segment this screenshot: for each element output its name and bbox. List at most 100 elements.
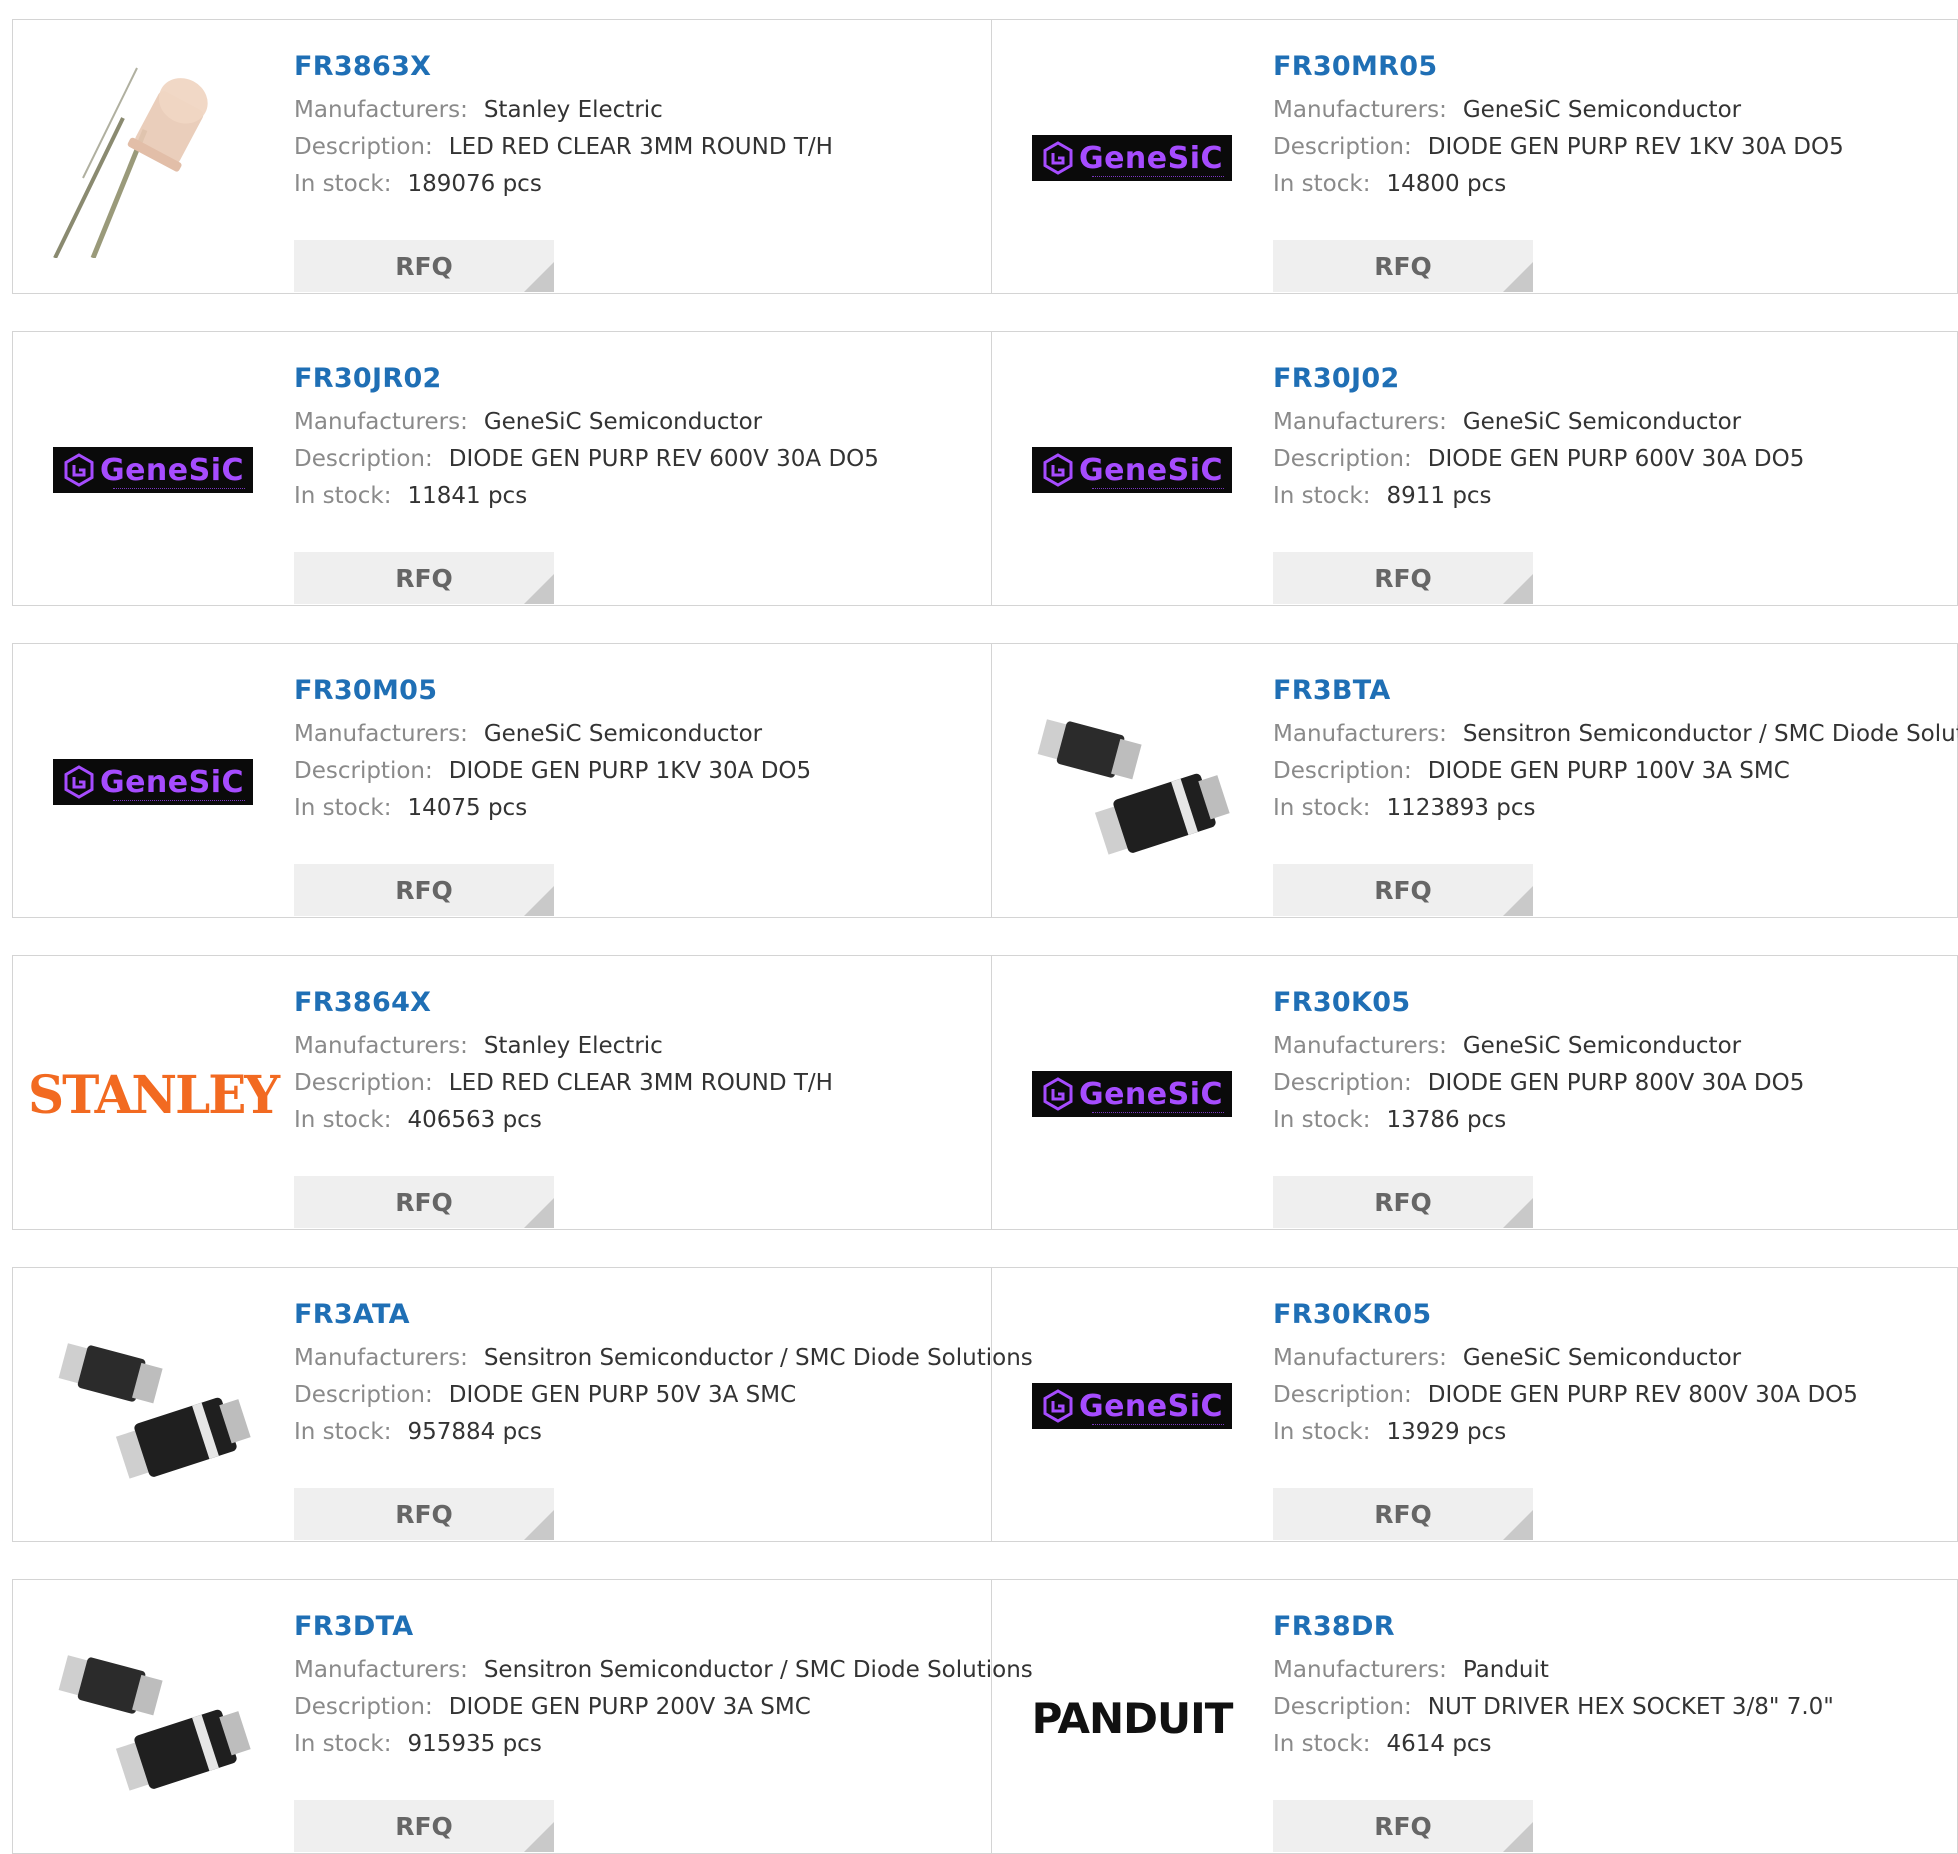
genesic-logo[interactable]: GeneSiC (1032, 58, 1232, 258)
product-card: GeneSiC FR30KR05 Manufacturers: GeneSiC Sem… (991, 1268, 1958, 1541)
genesic-logo[interactable]: GeneSiC (1032, 994, 1232, 1194)
panduit-logo[interactable]: PANDUIT (1031, 1618, 1234, 1818)
part-number-link[interactable]: FR30J02 (1273, 362, 1958, 396)
stock-value: 4614 pcs (1386, 1731, 1492, 1757)
panduit-wordmark: PANDUIT (1031, 1693, 1234, 1743)
smc-diode-photo[interactable] (53, 1306, 253, 1506)
rfq-label: RFQ (1374, 251, 1432, 281)
product-card: GeneSiC FR30J02 Manufacturers: GeneSiC Semi… (991, 332, 1958, 605)
rfq-button[interactable]: RFQ (1273, 864, 1533, 916)
manufacturer-value: Stanley Electric (483, 97, 663, 123)
description-value: DIODE GEN PURP REV 800V 30A DO5 (1427, 1382, 1858, 1408)
manufacturer-label: Manufacturers: (294, 409, 468, 435)
rfq-button[interactable]: RFQ (294, 864, 554, 916)
description-line: Description: DIODE GEN PURP 50V 3A SMC (294, 1377, 991, 1414)
description-line: Description: DIODE GEN PURP 1KV 30A DO5 (294, 753, 991, 790)
part-number-link[interactable]: FR3864X (294, 986, 991, 1020)
description-label: Description: (1273, 134, 1412, 160)
rfq-button[interactable]: RFQ (1273, 1488, 1533, 1540)
manufacturer-line: Manufacturers: Sensitron Semiconductor / … (1273, 716, 1958, 753)
stock-line: In stock: 406563 pcs (294, 1102, 991, 1139)
rfq-button[interactable]: RFQ (294, 1800, 554, 1852)
smc-diode-icon (1037, 719, 1230, 855)
part-number-link[interactable]: FR38DR (1273, 1610, 1958, 1644)
part-number-link[interactable]: FR30JR02 (294, 362, 991, 396)
product-row: STANLEY FR3864X Manufacturers: Stanley Elec… (12, 955, 1958, 1230)
part-number-link[interactable]: FR30M05 (294, 674, 991, 708)
description-line: Description: DIODE GEN PURP REV 1KV 30A D… (1273, 129, 1958, 166)
genesic-logo[interactable]: GeneSiC (1032, 370, 1232, 570)
genesic-wordmark: GeneSiC (1078, 1076, 1224, 1112)
rfq-label: RFQ (1374, 875, 1432, 905)
manufacturer-line: Manufacturers: Panduit (1273, 1652, 1958, 1689)
genesic-logo[interactable]: GeneSiC (53, 682, 253, 882)
description-label: Description: (294, 446, 433, 472)
part-number-link[interactable]: FR30MR05 (1273, 50, 1958, 84)
stock-line: In stock: 915935 pcs (294, 1726, 991, 1763)
manufacturer-line: Manufacturers: Stanley Electric (294, 92, 991, 129)
stock-label: In stock: (294, 1419, 392, 1445)
part-number-link[interactable]: FR3863X (294, 50, 991, 84)
stock-label: In stock: (294, 171, 392, 197)
stock-value: 13786 pcs (1386, 1107, 1507, 1133)
rfq-button[interactable]: RFQ (294, 1488, 554, 1540)
stock-value: 11841 pcs (407, 483, 528, 509)
manufacturer-label: Manufacturers: (294, 1657, 468, 1683)
genesic-logo-box: GeneSiC (53, 447, 253, 493)
manufacturer-line: Manufacturers: GeneSiC Semiconductor (1273, 92, 1958, 129)
stock-value: 915935 pcs (407, 1731, 542, 1757)
led-3mm-photo[interactable] (53, 58, 253, 258)
manufacturer-line: Manufacturers: GeneSiC Semiconductor (1273, 1028, 1958, 1065)
genesic-wordmark: GeneSiC (1078, 452, 1224, 488)
manufacturer-label: Manufacturers: (1273, 1657, 1447, 1683)
product-info: FR3ATA Manufacturers: Sensitron Semiconduc… (294, 1298, 1033, 1451)
part-number-link[interactable]: FR3ATA (294, 1298, 991, 1332)
product-card: GeneSiC FR30MR05 Manufacturers: GeneSiC Sem… (991, 20, 1958, 293)
rfq-button[interactable]: RFQ (294, 552, 554, 604)
product-info: FR30M05 Manufacturers: GeneSiC Semiconduct… (294, 674, 991, 827)
rfq-button[interactable]: RFQ (1273, 240, 1533, 292)
stock-line: In stock: 13929 pcs (1273, 1414, 1958, 1451)
description-line: Description: LED RED CLEAR 3MM ROUND T/H (294, 1065, 991, 1102)
stanley-wordmark: STANLEY (27, 1063, 280, 1125)
rfq-button[interactable]: RFQ (1273, 1176, 1533, 1228)
stock-value: 8911 pcs (1386, 483, 1492, 509)
stock-label: In stock: (1273, 171, 1371, 197)
genesic-logo-box: GeneSiC (53, 759, 253, 805)
genesic-hex-icon (1043, 453, 1073, 487)
description-line: Description: DIODE GEN PURP 600V 30A DO5 (1273, 441, 1958, 478)
genesic-subline (1092, 176, 1224, 180)
manufacturer-label: Manufacturers: (294, 1345, 468, 1371)
stanley-logo[interactable]: STANLEY (28, 994, 280, 1194)
genesic-wordmark: GeneSiC (1078, 140, 1224, 176)
part-number-link[interactable]: FR3DTA (294, 1610, 991, 1644)
genesic-subline (1092, 488, 1224, 492)
stock-label: In stock: (294, 1731, 392, 1757)
smc-diode-photo[interactable] (53, 1618, 253, 1818)
genesic-logo[interactable]: GeneSiC (53, 370, 253, 570)
manufacturer-value: GeneSiC Semiconductor (1462, 1033, 1742, 1059)
part-number-link[interactable]: FR30KR05 (1273, 1298, 1958, 1332)
part-number-link[interactable]: FR30K05 (1273, 986, 1958, 1020)
stock-line: In stock: 14075 pcs (294, 790, 991, 827)
genesic-hex-icon (64, 453, 94, 487)
part-number-link[interactable]: FR3BTA (1273, 674, 1958, 708)
genesic-logo[interactable]: GeneSiC (1032, 1306, 1232, 1506)
rfq-label: RFQ (395, 1499, 453, 1529)
description-value: DIODE GEN PURP 800V 30A DO5 (1427, 1070, 1805, 1096)
smc-diode-photo[interactable] (1032, 682, 1232, 882)
description-value: DIODE GEN PURP 50V 3A SMC (448, 1382, 797, 1408)
description-label: Description: (1273, 446, 1412, 472)
rfq-button[interactable]: RFQ (294, 240, 554, 292)
manufacturer-line: Manufacturers: Stanley Electric (294, 1028, 991, 1065)
corner-triangle-icon (524, 1510, 554, 1540)
manufacturer-value: GeneSiC Semiconductor (1462, 97, 1742, 123)
rfq-button[interactable]: RFQ (294, 1176, 554, 1228)
manufacturer-label: Manufacturers: (294, 721, 468, 747)
corner-triangle-icon (524, 886, 554, 916)
stock-label: In stock: (294, 483, 392, 509)
rfq-button[interactable]: RFQ (1273, 552, 1533, 604)
genesic-subline (1092, 1424, 1224, 1428)
rfq-button[interactable]: RFQ (1273, 1800, 1533, 1852)
description-value: DIODE GEN PURP 1KV 30A DO5 (448, 758, 812, 784)
